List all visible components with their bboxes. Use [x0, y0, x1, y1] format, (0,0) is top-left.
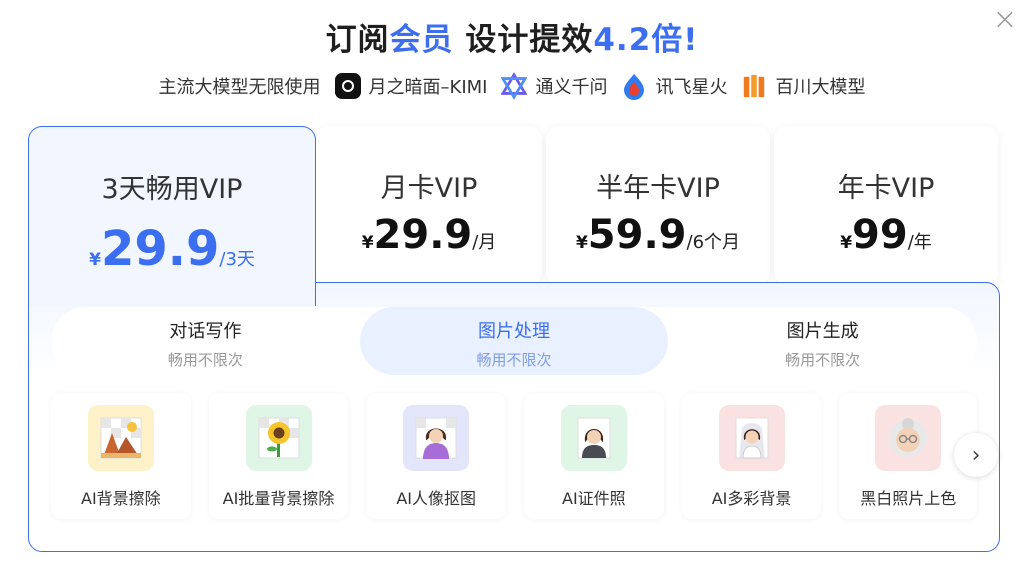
tool-label: AI背景擦除	[81, 489, 161, 508]
partner-qwen-label: 通义千问	[535, 77, 608, 98]
plan-card-yearly[interactable]: 年卡VIP ¥99/年	[774, 126, 998, 286]
tool-label: AI人像抠图	[396, 489, 477, 508]
plan-price: ¥29.9/3天	[29, 221, 315, 277]
plan-price: ¥99/年	[774, 212, 998, 258]
title-middle: 设计提效	[453, 22, 594, 58]
xunfei-icon	[621, 73, 647, 100]
tab-title: 对话写作	[169, 321, 242, 342]
plan-price-unit: /6个月	[686, 232, 741, 253]
plan-currency: ¥	[361, 233, 374, 253]
tool-label: AI批量背景擦除	[222, 489, 335, 508]
plan-price: ¥29.9/月	[316, 212, 542, 258]
partner-baichuan-label: 百川大模型	[775, 77, 866, 98]
tab-chat-writing[interactable]: 对话写作 畅用不限次	[51, 307, 360, 375]
tool-label: AI证件照	[562, 489, 626, 508]
plan-card-monthly[interactable]: 月卡VIP ¥29.9/月	[316, 126, 542, 286]
partner-qwen: 通义千问	[501, 72, 608, 100]
baichuan-icon	[741, 73, 767, 99]
tab-subtitle: 畅用不限次	[476, 351, 552, 369]
partners-lead-text: 主流大模型无限使用	[158, 77, 321, 98]
tab-subtitle: 畅用不限次	[785, 351, 861, 369]
tool-label: AI多彩背景	[711, 489, 792, 508]
qwen-icon	[501, 72, 528, 100]
plan-price: ¥59.9/6个月	[546, 212, 770, 258]
plan-currency: ¥	[840, 233, 853, 253]
benefit-tabs: 对话写作 畅用不限次 图片处理 畅用不限次 图片生成 畅用不限次	[51, 307, 977, 375]
plan-name: 3天畅用VIP	[101, 174, 243, 205]
desert-landscape-icon	[87, 405, 154, 471]
id-photo-icon	[560, 405, 627, 471]
partner-models-row: 主流大模型无限使用 月之暗面–KIMI 通义千问 讯飞星火 百川大模型	[0, 68, 1024, 104]
plan-price-unit: /3天	[219, 249, 255, 270]
tab-title: 图片生成	[786, 321, 859, 342]
plan-price-unit: /年	[907, 232, 932, 253]
partner-baichuan: 百川大模型	[741, 73, 865, 99]
tool-bg-erase[interactable]: AI背景擦除	[51, 393, 191, 519]
tool-batch-bg-erase[interactable]: AI批量背景擦除	[208, 393, 349, 519]
partner-xunfei: 讯飞星火	[621, 73, 728, 100]
benefits-panel: 对话写作 畅用不限次 图片处理 畅用不限次 图片生成 畅用不限次 AI背景擦除 …	[28, 282, 1000, 552]
tool-label: 黑白照片上色	[860, 489, 957, 508]
plan-price-value: 29.9	[373, 212, 473, 258]
partner-kimi: 月之暗面–KIMI	[334, 73, 488, 99]
panel-join-cover	[29, 278, 315, 286]
kimi-icon	[334, 73, 361, 99]
old-woman-icon	[875, 405, 942, 471]
sunflower-icon	[245, 405, 312, 471]
plan-price-unit: /月	[472, 232, 497, 253]
partner-kimi-label: 月之暗面–KIMI	[368, 77, 488, 98]
plan-price-value: 99	[852, 212, 908, 258]
plan-price-value: 29.9	[100, 221, 220, 277]
page-title: 订阅会员 设计提效4.2倍!	[0, 14, 1024, 59]
tab-image-generation[interactable]: 图片生成 畅用不限次	[668, 307, 977, 375]
tab-title: 图片处理	[478, 321, 550, 342]
bride-portrait-icon	[718, 405, 785, 471]
partner-xunfei-label: 讯飞星火	[655, 77, 728, 98]
title-accent-multiplier: 4.2倍	[593, 22, 684, 58]
plan-name: 年卡VIP	[837, 173, 935, 204]
tab-image-processing[interactable]: 图片处理 畅用不限次	[359, 307, 669, 375]
plan-card-halfyear[interactable]: 半年卡VIP ¥59.9/6个月	[546, 126, 770, 286]
tool-portrait-cutout[interactable]: AI人像抠图	[366, 393, 507, 519]
tool-colorful-bg[interactable]: AI多彩背景	[681, 393, 822, 519]
tab-subtitle: 畅用不限次	[167, 351, 243, 369]
plan-currency: ¥	[89, 250, 101, 270]
plan-currency: ¥	[575, 233, 588, 253]
next-arrow-button[interactable]: ›	[954, 433, 998, 477]
plan-name: 月卡VIP	[380, 173, 478, 204]
title-prefix: 订阅	[325, 22, 390, 58]
title-suffix: !	[683, 22, 699, 58]
tool-list: AI背景擦除 AI批量背景擦除 AI人像抠图 AI证件照 AI多彩背景 黑白照片…	[51, 393, 978, 519]
title-accent-member: 会员	[389, 22, 454, 58]
plan-name: 半年卡VIP	[596, 173, 720, 204]
tool-id-photo[interactable]: AI证件照	[524, 393, 664, 519]
woman-portrait-icon	[403, 405, 470, 471]
plan-price-value: 59.9	[587, 212, 687, 258]
